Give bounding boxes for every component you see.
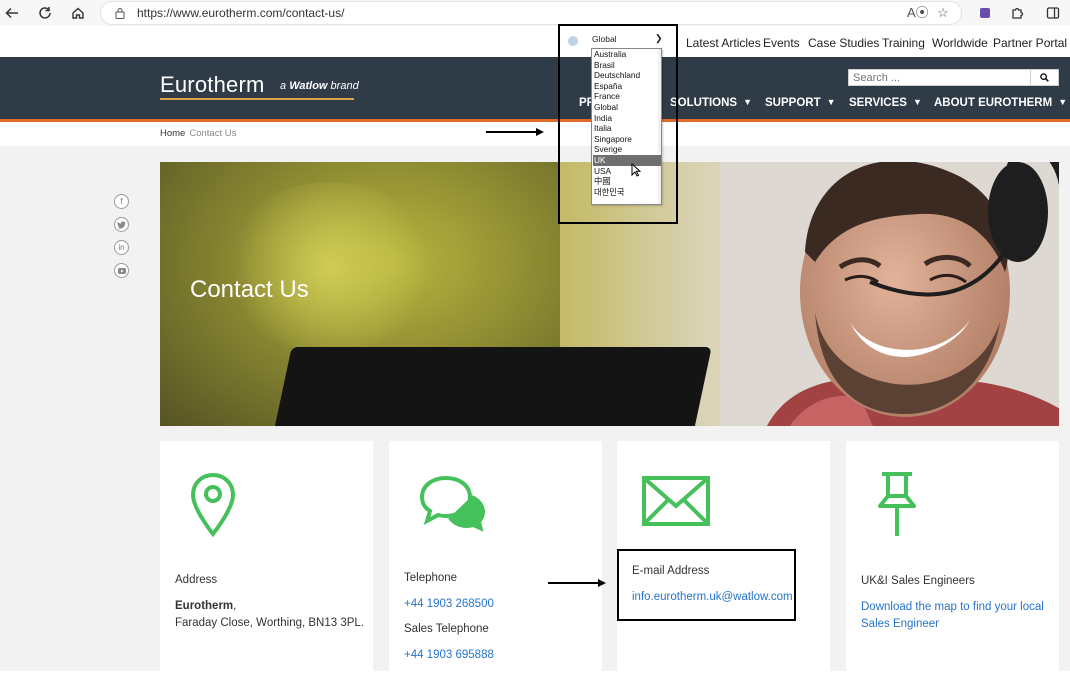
util-link-partner-portal[interactable]: Partner Portal — [993, 36, 1067, 50]
util-link-case-studies[interactable]: Case Studies — [808, 36, 879, 50]
page-title: Contact Us — [190, 276, 309, 303]
annotation-arrow-head — [598, 579, 606, 587]
address-label: Address — [175, 574, 218, 586]
nav-about-eurotherm[interactable]: ABOUT EUROTHERM ▼ — [934, 97, 1067, 109]
url-text: https://www.eurotherm.com/contact-us/ — [137, 6, 345, 20]
hero-person-image — [720, 162, 1059, 426]
chevron-down-icon: ▼ — [743, 97, 753, 107]
linkedin-icon[interactable]: in — [114, 240, 129, 255]
telephone-label: Telephone — [404, 572, 458, 584]
home-icon[interactable] — [68, 3, 88, 23]
push-pin-icon — [878, 472, 916, 536]
nav-support[interactable]: SUPPORT ▼ — [765, 97, 836, 109]
sales-telephone-label: Sales Telephone — [404, 623, 489, 635]
search-button[interactable] — [1030, 70, 1058, 85]
sidebar-icon[interactable] — [1044, 4, 1062, 22]
read-aloud-icon[interactable]: A⦿ — [907, 5, 929, 21]
puzzle-icon[interactable] — [1008, 4, 1026, 22]
lock-icon — [115, 8, 125, 19]
address-bar[interactable]: https://www.eurotherm.com/contact-us/ A⦿… — [100, 1, 962, 25]
envelope-icon — [642, 476, 710, 526]
search-box — [848, 69, 1059, 86]
chat-bubbles-icon — [419, 475, 486, 532]
util-link-events[interactable]: Events — [763, 36, 800, 50]
address-line: Faraday Close, Worthing, BN13 3PL. — [175, 617, 364, 629]
annotation-arrow-line — [486, 131, 536, 133]
youtube-icon[interactable] — [114, 263, 129, 278]
company-name: Eurotherm — [175, 600, 234, 612]
sales-telephone-link[interactable]: +44 1903 695888 — [404, 647, 494, 664]
facebook-icon[interactable]: f — [114, 194, 129, 209]
util-link-latest-articles[interactable]: Latest Articles — [686, 36, 761, 50]
telephone-link[interactable]: +44 1903 268500 — [404, 596, 494, 613]
hero-monitor-silhouette — [268, 347, 712, 426]
browser-toolbar: https://www.eurotherm.com/contact-us/ A⦿… — [0, 0, 1070, 26]
header-accent-stripe — [0, 119, 1070, 122]
chevron-down-icon: ▼ — [1058, 97, 1068, 107]
address-text: Eurotherm, Faraday Close, Worthing, BN13… — [175, 600, 364, 629]
sales-engineer-map-link[interactable]: Download the map to find your local Sales… — [861, 599, 1044, 633]
chevron-down-icon: ▼ — [826, 97, 836, 107]
util-link-training[interactable]: Training — [882, 36, 925, 50]
search-input[interactable] — [849, 70, 1029, 85]
util-link-worldwide[interactable]: Worldwide — [932, 36, 988, 50]
breadcrumb: Home Contact Us — [160, 128, 236, 139]
annotation-arrow-line — [548, 582, 598, 584]
sales-engineers-label: UK&I Sales Engineers — [861, 575, 975, 587]
nav-solutions[interactable]: SOLUTIONS ▼ — [670, 97, 752, 109]
extension-icon[interactable] — [976, 4, 994, 22]
annotation-arrow-head — [536, 128, 544, 136]
back-icon[interactable] — [2, 3, 22, 23]
annotation-box-region — [558, 24, 678, 224]
search-icon — [1040, 73, 1049, 82]
annotation-box-email — [617, 549, 796, 621]
eurotherm-logo[interactable]: Eurotherm — [160, 72, 265, 98]
chevron-down-icon: ▼ — [912, 97, 922, 107]
hero-bokeh — [220, 182, 440, 352]
refresh-icon[interactable] — [35, 3, 55, 23]
logo-tagline: a Watlow brand — [280, 80, 359, 92]
favorite-star-icon[interactable]: ☆ — [935, 5, 951, 21]
logo-underline — [160, 98, 354, 100]
map-pin-icon — [190, 472, 236, 538]
nav-services[interactable]: SERVICES ▼ — [849, 97, 922, 109]
breadcrumb-current: Contact Us — [189, 128, 237, 139]
breadcrumb-home[interactable]: Home — [160, 128, 185, 139]
twitter-icon[interactable] — [114, 217, 129, 232]
